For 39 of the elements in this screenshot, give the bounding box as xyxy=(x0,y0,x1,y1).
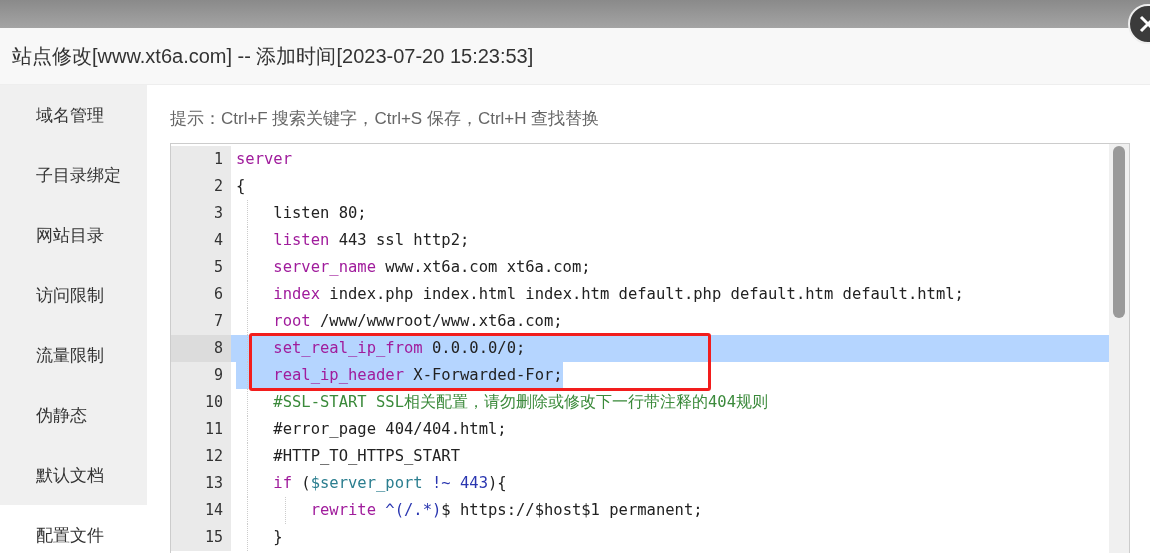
dialog-title: 站点修改[www.xt6a.com] -- 添加时间[2023-07-20 15:23:53] xyxy=(12,43,534,69)
line-number: 5 xyxy=(171,254,231,281)
code-line: index index.php index.html index.htm default.php default.htm default.html; xyxy=(236,281,964,308)
line-number: 11 xyxy=(171,416,231,443)
sidebar-tab[interactable]: 流量限制 xyxy=(0,325,147,385)
code-line: listen 443 ssl http2; xyxy=(236,227,470,254)
sidebar-tab[interactable]: 域名管理 xyxy=(0,85,147,145)
sidebar-tab[interactable]: 访问限制 xyxy=(0,265,147,325)
line-number: 2 xyxy=(171,173,231,200)
line-number: 1 xyxy=(171,146,231,173)
code-line: server_name www.xt6a.com xt6a.com; xyxy=(236,254,591,281)
line-number: 14 xyxy=(171,497,231,524)
line-number: 15 xyxy=(171,524,231,551)
code-line: #HTTP_TO_HTTPS_START xyxy=(236,443,460,470)
sidebar-tab[interactable]: 网站目录 xyxy=(0,205,147,265)
line-number: 3 xyxy=(171,200,231,227)
code-line: listen 80; xyxy=(236,200,367,227)
line-number: 8 xyxy=(171,335,231,362)
sidebar-tab[interactable]: 配置文件 xyxy=(0,505,147,553)
line-number: 13 xyxy=(171,470,231,497)
code-line: if ($server_port !~ 443){ xyxy=(236,470,507,497)
code-editor[interactable] xyxy=(170,143,1130,553)
hint-text: 提示：Ctrl+F 搜索关键字，Ctrl+S 保存，Ctrl+H 查找替换 xyxy=(170,108,601,130)
code-line: { xyxy=(236,176,246,197)
code-line: #error_page 404/404.html; xyxy=(236,416,507,443)
code-line: rewrite ^(/.*)$ https://$host$1 permanent; xyxy=(236,497,703,524)
line-number: 4 xyxy=(171,227,231,254)
sidebar-tab[interactable]: 伪静态 xyxy=(0,385,147,445)
sidebar-tab[interactable]: 子目录绑定 xyxy=(0,145,147,205)
sidebar-tab[interactable]: 默认文档 xyxy=(0,445,147,505)
line-number: 6 xyxy=(171,281,231,308)
scrollbar[interactable] xyxy=(1109,144,1129,553)
line-number: 9 xyxy=(171,362,231,389)
line-number: 12 xyxy=(171,443,231,470)
code-line: #SSL-START SSL相关配置，请勿删除或修改下一行带注释的404规则 xyxy=(236,389,768,416)
line-number: 7 xyxy=(171,308,231,335)
line-number: 10 xyxy=(171,389,231,416)
code-line: server xyxy=(236,149,292,170)
code-line: } xyxy=(236,524,283,551)
